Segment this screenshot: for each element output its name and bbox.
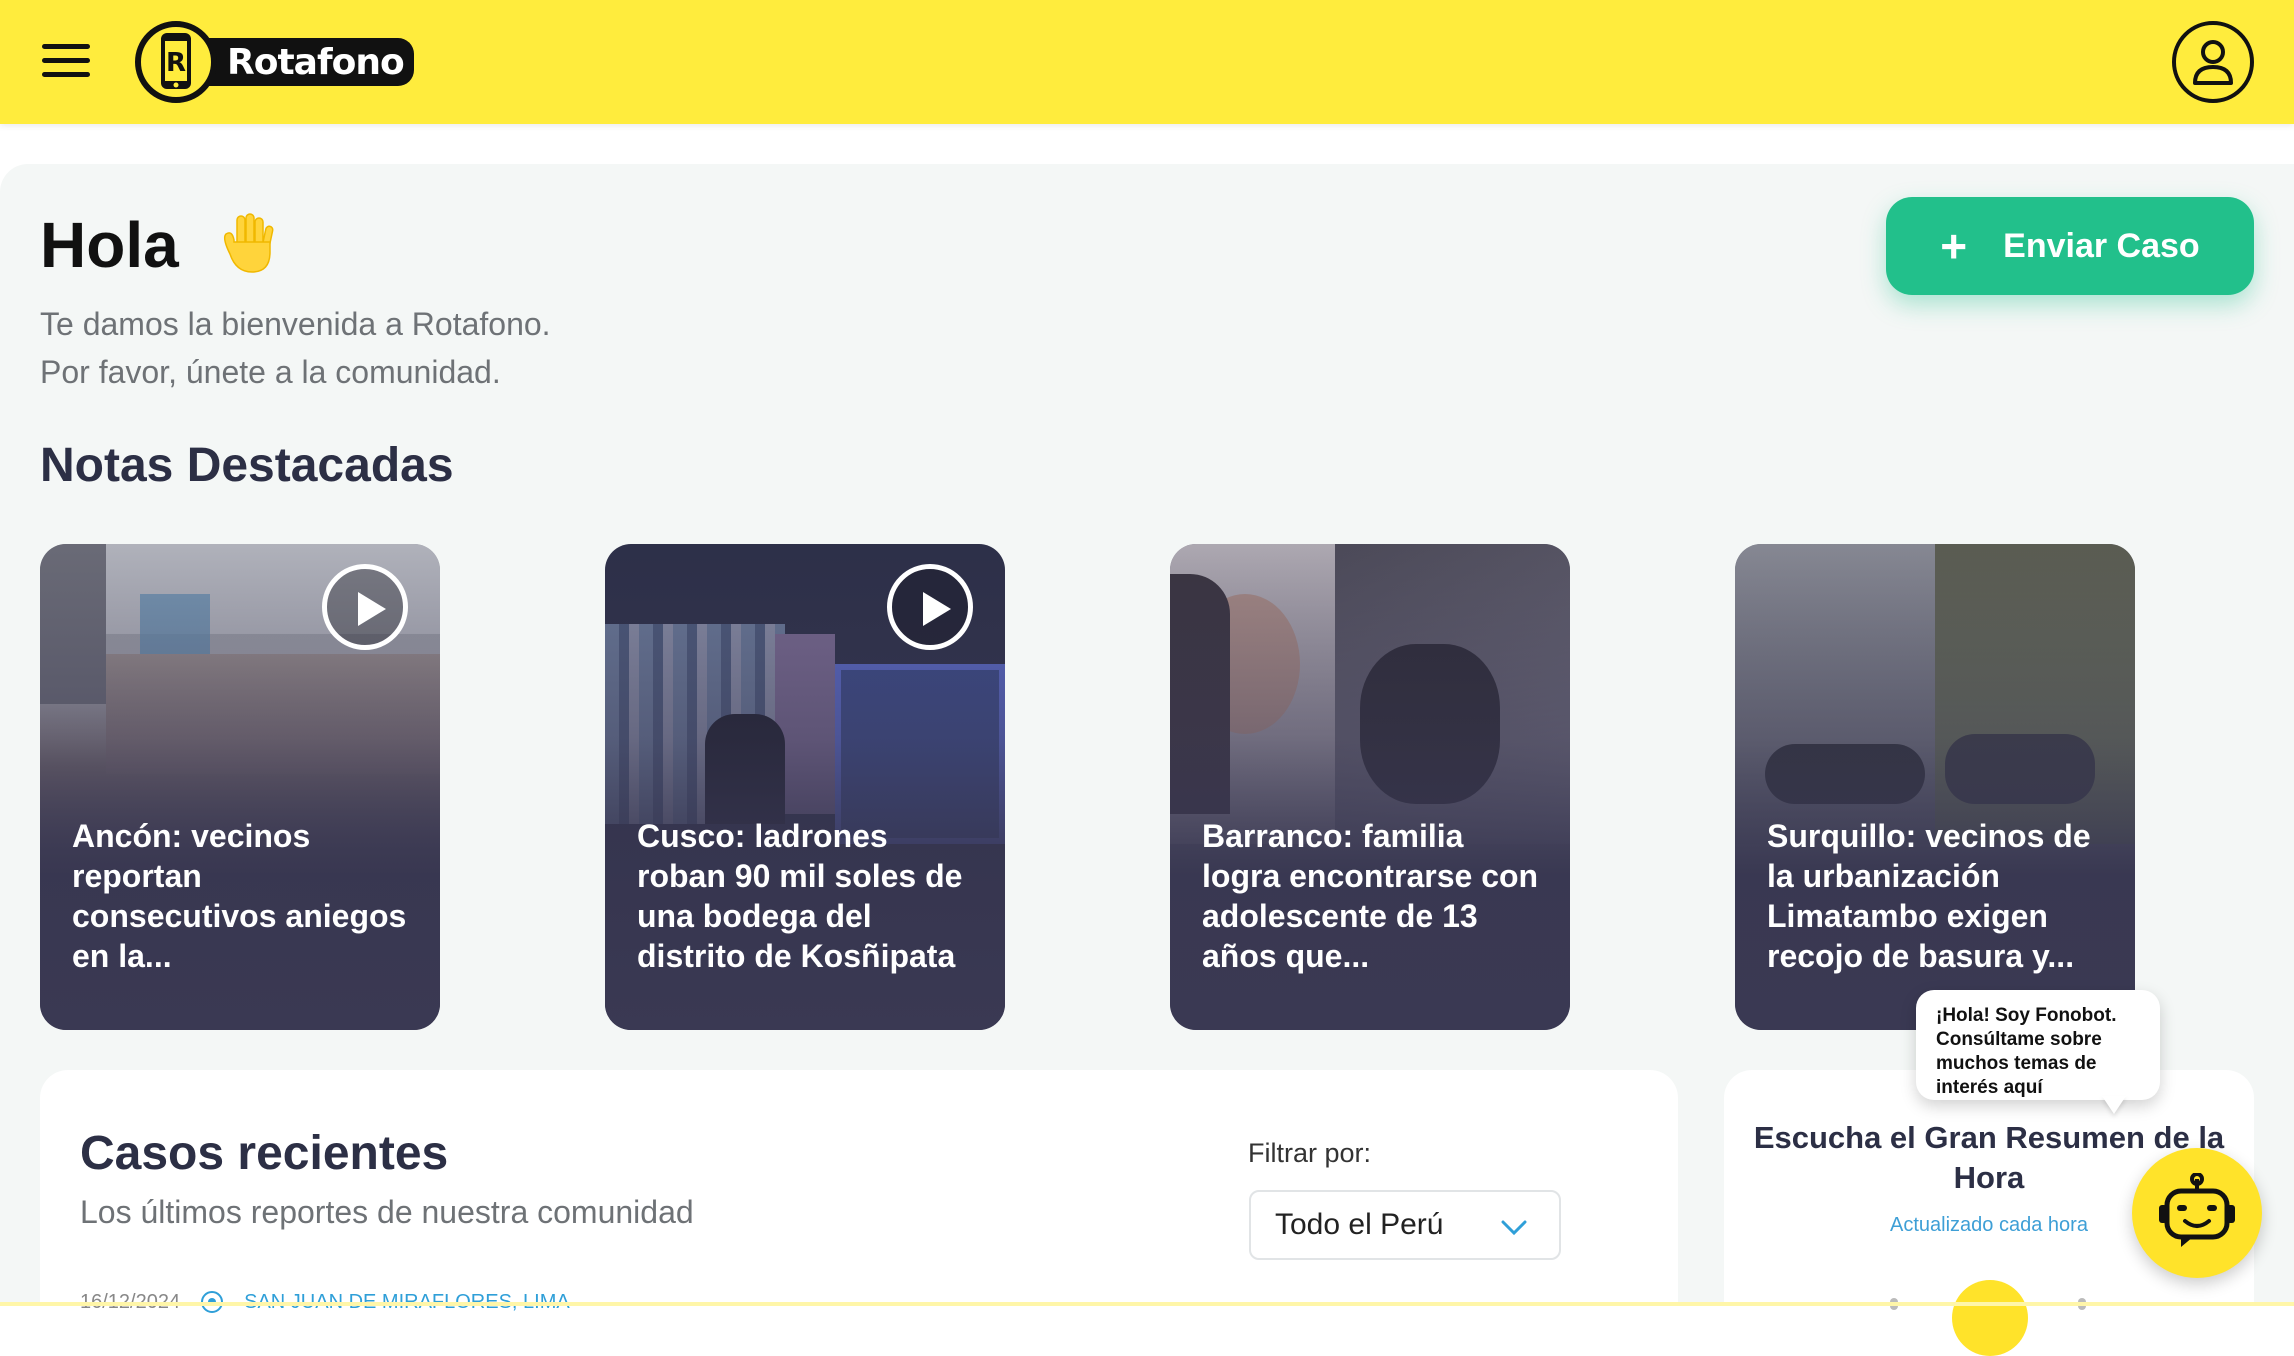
waving-hand-icon xyxy=(223,213,274,273)
recent-cases-subtitle: Los últimos reportes de nuestra comunida… xyxy=(80,1194,694,1230)
audio-play-button[interactable] xyxy=(1952,1280,2028,1356)
play-icon[interactable] xyxy=(322,564,408,650)
featured-notes-title: Notas Destacadas xyxy=(40,439,454,492)
chatbot-bubble-tail xyxy=(2102,1096,2126,1114)
chevron-down-icon xyxy=(1501,1220,1527,1236)
recent-cases-panel: Casos recientes Los últimos reportes de … xyxy=(40,1070,1678,1330)
card-4-title: Surquillo: vecinos de la urbanización Li… xyxy=(1767,818,2091,974)
hamburger-menu-icon[interactable] xyxy=(42,44,90,80)
filter-label: Filtrar por: xyxy=(1248,1138,1372,1168)
welcome-text: Te damos la bienvenida a Rotafono. Por f… xyxy=(40,300,551,396)
chatbot-bubble[interactable]: ¡Hola! Soy Fonobot. Consúltame sobre muc… xyxy=(1916,990,2160,1100)
featured-card-2[interactable]: Cusco: ladrones roban 90 mil soles de un… xyxy=(605,544,1005,1030)
send-case-button[interactable]: + Enviar Caso xyxy=(1886,197,2254,295)
featured-card-4[interactable]: Surquillo: vecinos de la urbanización Li… xyxy=(1735,544,2135,1030)
filter-value: Todo el Perú xyxy=(1275,1208,1444,1241)
card-3-title: Barranco: familia logra encontrarse con … xyxy=(1202,818,1539,974)
card-2-title: Cusco: ladrones roban 90 mil soles de un… xyxy=(637,818,963,974)
welcome-line-1: Te damos la bienvenida a Rotafono. xyxy=(40,306,551,342)
card-1-title: Ancón: vecinos reportan consecutivos ani… xyxy=(72,818,407,974)
rotafono-logo[interactable]: R Rotafono xyxy=(135,20,414,104)
recent-cases-title: Casos recientes xyxy=(80,1127,449,1180)
welcome-line-2: Por favor, únete a la comunidad. xyxy=(40,354,501,390)
user-icon[interactable] xyxy=(2172,21,2254,103)
svg-text:R: R xyxy=(166,48,186,78)
send-case-label: Enviar Caso xyxy=(2003,226,2200,265)
bottom-border xyxy=(0,1302,2294,1306)
featured-card-1[interactable]: Ancón: vecinos reportan consecutivos ani… xyxy=(40,544,440,1030)
plus-icon: + xyxy=(1940,220,1968,272)
top-bar: R Rotafono xyxy=(0,0,2294,124)
featured-card-3[interactable]: Barranco: familia logra encontrarse con … xyxy=(1170,544,1570,1030)
robot-icon[interactable] xyxy=(2132,1148,2262,1278)
region-filter-select[interactable]: Todo el Perú xyxy=(1249,1190,1561,1260)
greeting-title: Hola xyxy=(40,209,179,281)
play-icon[interactable] xyxy=(887,564,973,650)
logo-wordmark: Rotafono xyxy=(199,38,414,86)
logo-phone-icon: R xyxy=(135,21,217,103)
